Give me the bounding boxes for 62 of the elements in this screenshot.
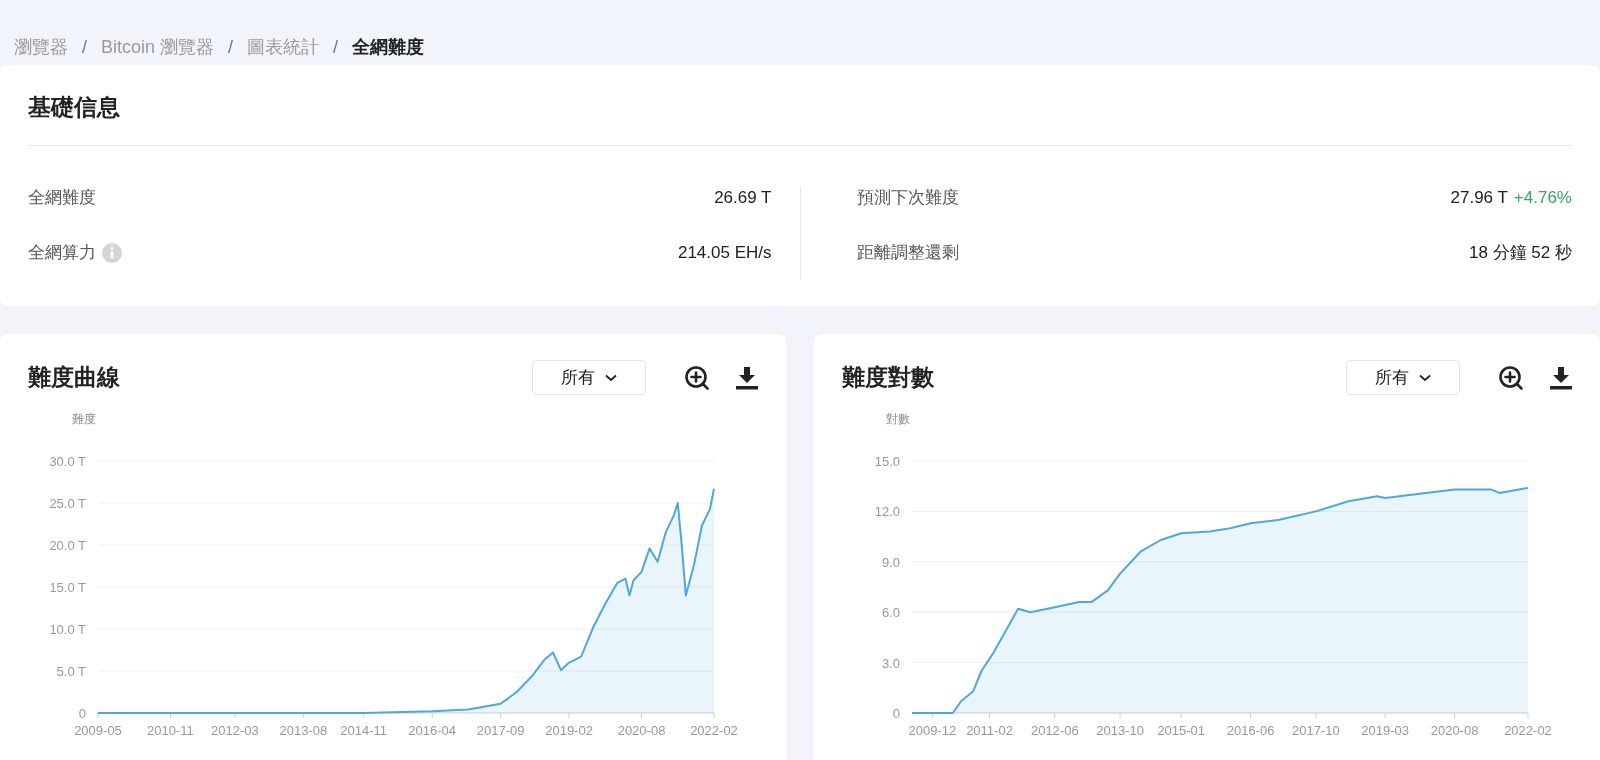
tick-label: 2012-06 xyxy=(1030,723,1079,738)
tick-label: 5.0 T xyxy=(56,664,86,679)
breadcrumb-link[interactable]: 瀏覽器 xyxy=(14,35,68,59)
zoom-in-icon[interactable] xyxy=(684,364,710,391)
tick-label: 20.0 T xyxy=(49,538,86,553)
axis-label: 對數 xyxy=(886,412,910,426)
current-page-label: 全網難度 xyxy=(352,36,425,59)
change-percent: +4.76% xyxy=(1513,187,1572,208)
chevron-down-icon xyxy=(1419,373,1431,382)
breadcrumb-separator: / xyxy=(333,36,339,58)
stat-label: 預測下次難度 xyxy=(856,187,959,209)
tick-label: 15.0 xyxy=(874,454,900,469)
stat-value: 214.05 EH/s xyxy=(677,242,772,263)
breadcrumb-separator: / xyxy=(228,36,234,58)
tick-label: 2009-05 xyxy=(74,723,122,738)
tick-label: 2019-02 xyxy=(545,723,593,738)
tick-label: 15.0 T xyxy=(49,580,86,595)
tick-label: 2014-11 xyxy=(340,723,388,738)
tick-label: 25.0 T xyxy=(49,496,86,511)
breadcrumb-link[interactable]: 圖表統計 xyxy=(247,35,320,59)
tick-label: 10.0 T xyxy=(49,622,86,637)
stat-label: 全網算力 xyxy=(28,242,96,264)
tick-label: 2017-09 xyxy=(476,723,525,738)
tick-label: 0 xyxy=(78,706,86,721)
stat-label: 全網難度 xyxy=(28,187,96,209)
breadcrumb-link[interactable]: Bitcoin 瀏覽器 xyxy=(101,35,215,59)
tick-label: 2017-10 xyxy=(1292,723,1340,738)
zoom-in-icon[interactable] xyxy=(1498,364,1524,391)
stat-value: 18 分鐘 52 秒 xyxy=(1469,242,1572,264)
axis-label: 難度 xyxy=(72,412,96,426)
tick-label: 2015-01 xyxy=(1157,723,1206,738)
download-icon[interactable] xyxy=(1548,364,1574,391)
range-dropdown[interactable]: 所有 xyxy=(532,360,646,395)
tick-label: 2012-03 xyxy=(211,723,259,738)
range-dropdown[interactable]: 所有 xyxy=(1346,360,1460,395)
stat-value: 27.96 T xyxy=(1450,187,1508,208)
tick-label: 2016-06 xyxy=(1226,723,1275,738)
tick-label: 6.0 xyxy=(881,605,900,621)
chart-title: 難度曲線 xyxy=(28,363,121,392)
tick-label: 2019-03 xyxy=(1361,723,1410,738)
tick-label: 2013-10 xyxy=(1096,723,1144,738)
tick-label: 2011-02 xyxy=(966,723,1013,738)
tick-label: 2020-08 xyxy=(1430,723,1479,738)
tick-label: 9.0 xyxy=(881,554,900,570)
card-title: 基礎信息 xyxy=(28,65,1572,146)
stat-label: 距離調整還剩 xyxy=(856,242,959,264)
breadcrumb-separator: / xyxy=(82,36,87,58)
tick-label: 2022-02 xyxy=(1504,723,1552,738)
tick-label: 2013-08 xyxy=(279,723,328,738)
tick-label: 2016-04 xyxy=(408,723,457,738)
tick-label: 2009-12 xyxy=(908,723,957,738)
tick-label: 0 xyxy=(892,706,900,721)
chevron-down-icon xyxy=(605,373,617,382)
tick-label: 30.0 T xyxy=(49,454,86,469)
tick-label: 2010-11 xyxy=(147,723,194,738)
download-icon[interactable] xyxy=(734,364,760,391)
tick-label: 2022-02 xyxy=(690,723,738,738)
tick-label: 3.0 xyxy=(881,655,900,671)
stat-value: 26.69 T xyxy=(714,187,772,208)
tick-label: 2020-08 xyxy=(617,723,666,738)
chart-title: 難度對數 xyxy=(842,363,935,392)
tick-label: 12.0 xyxy=(874,504,900,520)
